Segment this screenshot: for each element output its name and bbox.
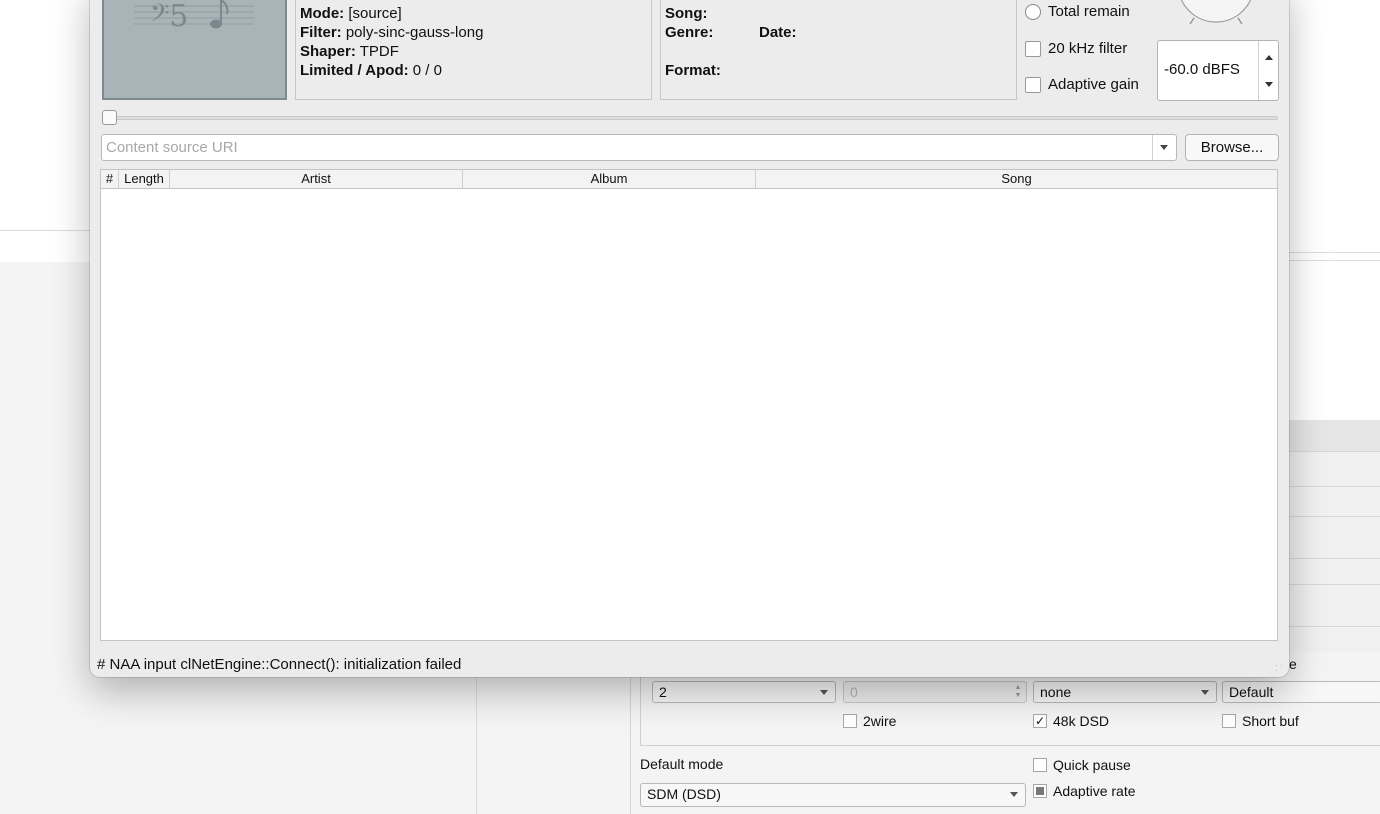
- checkbox-icon: [1025, 40, 1041, 57]
- disabled-spinbox: 0 ▲ ▼: [843, 681, 1027, 703]
- limited-value: 0 / 0: [412, 62, 442, 79]
- mode-value: [source]: [348, 5, 402, 22]
- mode-row: Mode: [source]: [300, 5, 402, 22]
- adaptive-gain-label: Adaptive gain: [1048, 76, 1139, 93]
- column-header-length[interactable]: Length: [119, 170, 170, 188]
- background-panel: [0, 0, 92, 262]
- arrow-down-icon[interactable]: [1265, 82, 1273, 87]
- checkbox-icon: [843, 714, 857, 728]
- volume-stepper[interactable]: [1258, 41, 1278, 100]
- column-header-number[interactable]: #: [101, 170, 119, 188]
- default-combo-value: Default: [1229, 684, 1274, 700]
- player-window: 𝄢5 Mode: [source] Filter: poly-sinc-gaus…: [90, 0, 1289, 677]
- format-label: Format:: [665, 62, 721, 79]
- column-header-song[interactable]: Song: [756, 170, 1277, 188]
- short-buf-checkbox[interactable]: Short buf: [1222, 713, 1299, 729]
- mode-label: Mode:: [300, 5, 345, 22]
- 2wire-checkbox[interactable]: 2wire: [843, 713, 896, 729]
- genre-label: Genre:: [665, 24, 714, 41]
- track-info-panel: Song: Genre: Date: Format:: [660, 0, 1017, 100]
- playlist-table[interactable]: # Length Artist Album Song: [100, 169, 1278, 641]
- volume-value: -60.0 dBFS: [1164, 61, 1240, 78]
- channels-combo-value: 2: [659, 684, 667, 700]
- shaper-label: Shaper:: [300, 43, 356, 60]
- seek-slider-track[interactable]: [104, 116, 1278, 120]
- channels-combo[interactable]: 2: [652, 681, 836, 703]
- disabled-spinbox-value: 0: [850, 684, 858, 700]
- checkbox-icon: [1025, 76, 1041, 93]
- content-source-combo[interactable]: [101, 134, 1177, 161]
- short-buf-label: Short buf: [1242, 713, 1299, 729]
- browse-button[interactable]: Browse...: [1185, 134, 1279, 161]
- filter-value: poly-sinc-gauss-long: [345, 24, 484, 41]
- default-mode-combo[interactable]: SDM (DSD): [640, 783, 1026, 807]
- content-source-dropdown[interactable]: [1152, 135, 1176, 160]
- seek-slider-handle[interactable]: [102, 110, 117, 125]
- chevron-down-icon: [1201, 690, 1209, 695]
- total-remain-radio[interactable]: Total remain: [1025, 3, 1130, 20]
- default-combo[interactable]: Default: [1222, 681, 1380, 703]
- total-remain-label: Total remain: [1048, 3, 1130, 20]
- playlist-header: # Length Artist Album Song: [101, 170, 1277, 189]
- resize-grip-icon[interactable]: · · ·: [1275, 662, 1285, 675]
- quick-pause-label: Quick pause: [1053, 757, 1131, 773]
- limited-row: Limited / Apod: 0 / 0: [300, 62, 442, 79]
- quick-pause-checkbox[interactable]: Quick pause: [1033, 757, 1131, 773]
- 48k-dsd-label: 48k DSD: [1053, 713, 1110, 729]
- arrow-up-icon[interactable]: [1265, 55, 1273, 60]
- adaptive-rate-label: Adaptive rate: [1053, 783, 1136, 799]
- volume-spinbox[interactable]: -60.0 dBFS: [1157, 40, 1279, 101]
- 2wire-label: 2wire: [863, 713, 897, 729]
- chevron-down-icon: [1010, 792, 1018, 797]
- spin-arrows-icon: ▲ ▼: [1014, 684, 1022, 699]
- music-notes-icon: 𝄢5: [134, 0, 254, 34]
- adaptive-rate-checkbox[interactable]: Adaptive rate: [1033, 783, 1136, 799]
- checkbox-icon: [1222, 714, 1236, 728]
- partial-check-icon: [1033, 784, 1047, 798]
- option-combo[interactable]: none: [1033, 681, 1217, 703]
- volume-dial-icon: [1180, 0, 1252, 24]
- chevron-down-icon: [1160, 145, 1168, 150]
- content-source-input[interactable]: [102, 135, 1152, 160]
- shaper-value: TPDF: [359, 43, 399, 60]
- check-icon: ✓: [1033, 714, 1047, 728]
- background-panel-right: [1288, 0, 1380, 420]
- background-tab-header: [1288, 420, 1380, 452]
- background-list: [1288, 452, 1380, 652]
- column-header-album[interactable]: Album: [463, 170, 756, 188]
- svg-text:𝄢5: 𝄢5: [150, 0, 188, 34]
- truncated-label: e: [1289, 656, 1297, 672]
- option-combo-value: none: [1040, 684, 1072, 700]
- song-label: Song:: [665, 5, 708, 22]
- filter-row: Filter: poly-sinc-gauss-long: [300, 24, 483, 41]
- default-mode-value: SDM (DSD): [647, 786, 721, 802]
- 20khz-filter-checkbox[interactable]: 20 kHz filter: [1025, 40, 1127, 57]
- radio-icon: [1025, 3, 1041, 20]
- playback-info-panel: Mode: [source] Filter: poly-sinc-gauss-l…: [295, 0, 652, 100]
- column-header-artist[interactable]: Artist: [170, 170, 463, 188]
- default-mode-label: Default mode: [640, 756, 724, 772]
- 20khz-filter-label: 20 kHz filter: [1048, 40, 1128, 57]
- chevron-down-icon: [820, 690, 828, 695]
- limited-label: Limited / Apod:: [300, 62, 409, 79]
- adaptive-gain-checkbox[interactable]: Adaptive gain: [1025, 76, 1139, 93]
- date-label: Date:: [759, 24, 797, 41]
- checkbox-icon: [1033, 758, 1047, 772]
- shaper-row: Shaper: TPDF: [300, 43, 399, 60]
- filter-label: Filter:: [300, 24, 342, 41]
- 48k-dsd-checkbox[interactable]: ✓ 48k DSD: [1033, 713, 1109, 729]
- status-message: # NAA input clNetEngine::Connect(): init…: [97, 656, 462, 673]
- album-cover: 𝄢5: [102, 0, 287, 100]
- volume-knob[interactable]: [1180, 0, 1252, 24]
